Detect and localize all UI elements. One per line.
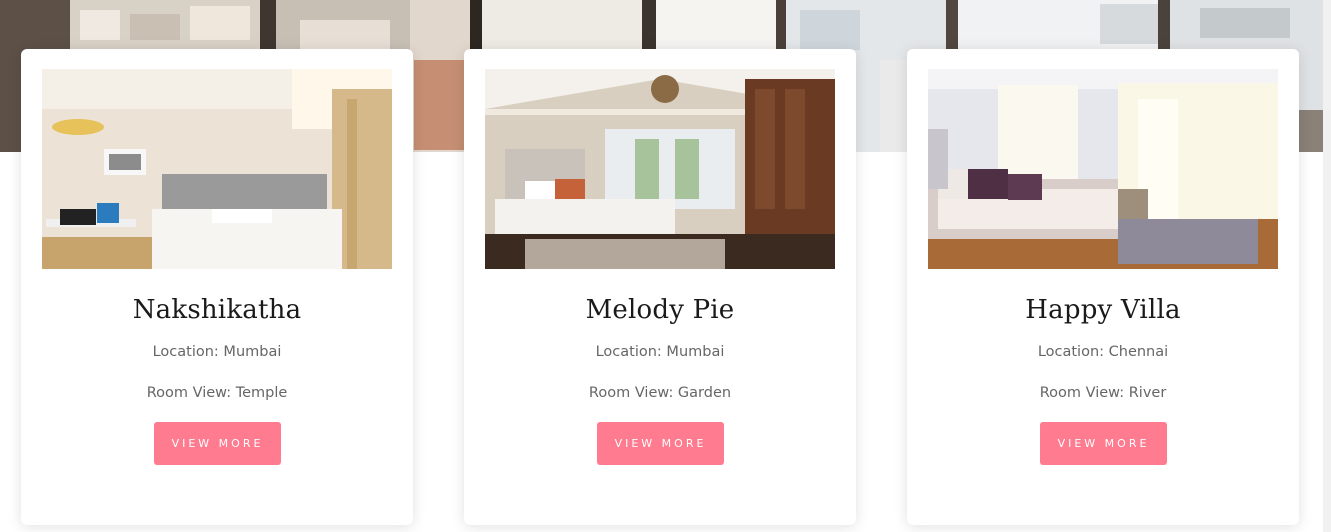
scrollbar[interactable] xyxy=(1323,0,1331,532)
room-photo-1 xyxy=(42,69,392,269)
room-view: Room View: Garden xyxy=(588,385,732,401)
room-card: Happy Villa Location: Chennai Room View:… xyxy=(907,49,1299,525)
room-card: Melody Pie Location: Mumbai Room View: G… xyxy=(464,49,856,525)
room-view: Room View: Temple xyxy=(146,385,288,401)
room-cards-row: Nakshikatha Location: Mumbai Room View: … xyxy=(0,0,1331,532)
room-view: Room View: River xyxy=(1039,385,1167,401)
room-title: Nakshikatha xyxy=(132,295,302,325)
room-location: Location: Mumbai xyxy=(595,344,725,360)
room-image xyxy=(42,69,392,269)
view-more-button[interactable]: VIEW MORE xyxy=(597,422,724,465)
room-card: Nakshikatha Location: Mumbai Room View: … xyxy=(21,49,413,525)
room-image xyxy=(928,69,1278,269)
room-title: Happy Villa xyxy=(1025,295,1181,325)
room-location: Location: Chennai xyxy=(1037,344,1169,360)
room-photo-2 xyxy=(485,69,835,269)
room-photo-3 xyxy=(928,69,1278,269)
view-more-button[interactable]: VIEW MORE xyxy=(154,422,281,465)
view-more-button[interactable]: VIEW MORE xyxy=(1040,422,1167,465)
page: Nakshikatha Location: Mumbai Room View: … xyxy=(0,0,1331,532)
room-image xyxy=(485,69,835,269)
room-title: Melody Pie xyxy=(585,295,735,325)
room-location: Location: Mumbai xyxy=(152,344,282,360)
